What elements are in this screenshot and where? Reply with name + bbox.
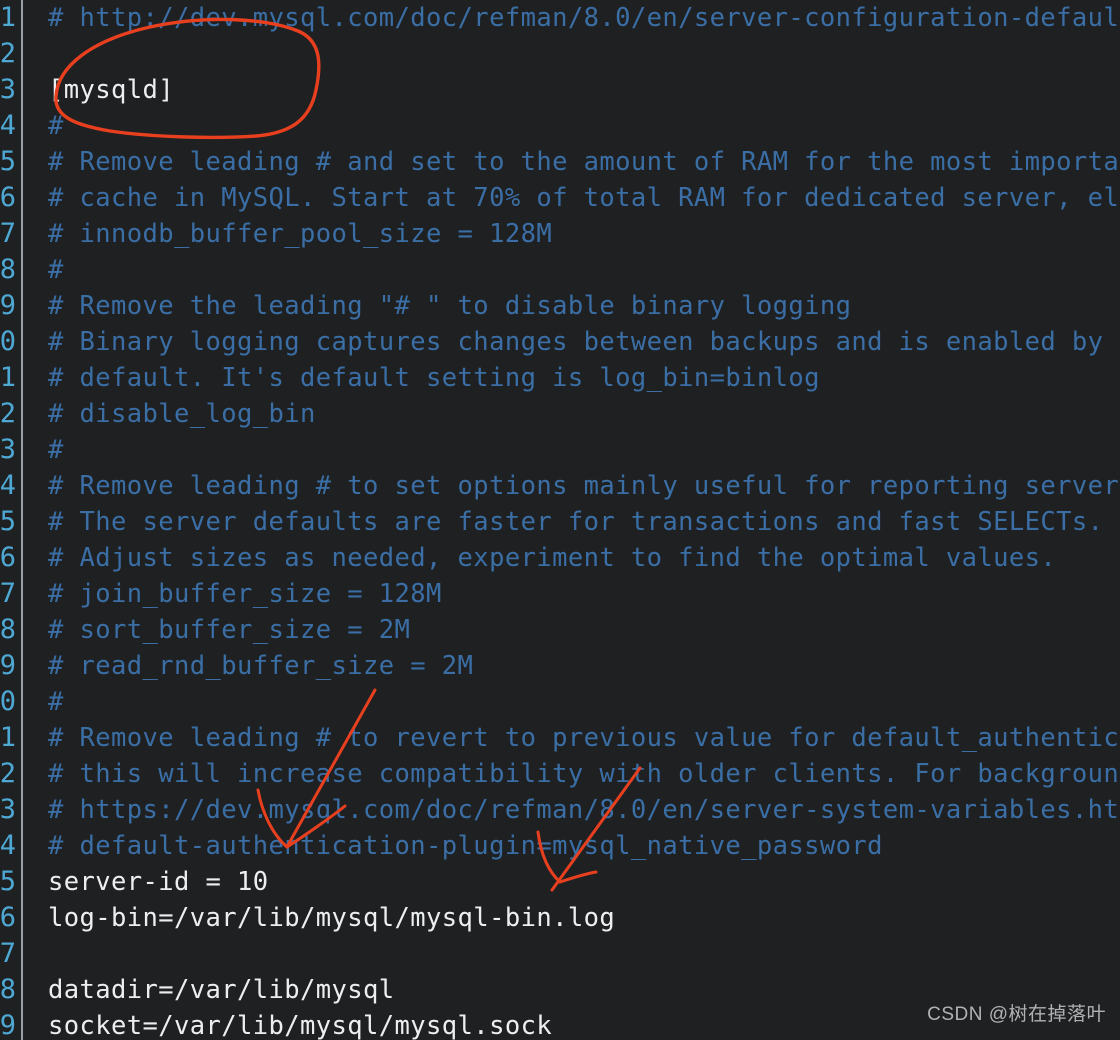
code-line[interactable]: socket=/var/lib/mysql/mysql.sock <box>48 1008 552 1040</box>
line-number: 25 <box>0 146 16 177</box>
code-line[interactable]: # The server defaults are faster for tra… <box>48 504 1103 540</box>
code-line[interactable]: # join_buffer_size = 128M <box>48 576 442 612</box>
code-line[interactable]: server-id = 10 <box>48 864 269 900</box>
line-number: 42 <box>0 758 16 789</box>
line-number: 39 <box>0 650 16 681</box>
line-number: 43 <box>0 794 16 825</box>
line-number: 32 <box>0 398 16 429</box>
code-line[interactable]: # Remove leading # and set to the amount… <box>48 144 1120 180</box>
line-number: 45 <box>0 866 16 897</box>
line-number: 37 <box>0 578 16 609</box>
code-line[interactable]: log-bin=/var/lib/mysql/mysql-bin.log <box>48 900 615 936</box>
line-number: 29 <box>0 290 16 321</box>
code-line[interactable]: # disable_log_bin <box>48 396 316 432</box>
code-line[interactable]: # default. It's default setting is log_b… <box>48 360 820 396</box>
line-number: 41 <box>0 722 16 753</box>
line-number: 28 <box>0 254 16 285</box>
code-line[interactable]: # cache in MySQL. Start at 70% of total … <box>48 180 1120 216</box>
code-line[interactable]: # <box>48 108 64 144</box>
line-number: 26 <box>0 182 16 213</box>
code-line[interactable]: # default-authentication-plugin=mysql_na… <box>48 828 883 864</box>
line-number: 31 <box>0 362 16 393</box>
line-number-gutter: 21 22 23 24 25 26 27 28 29 30 31 32 33 34 35 36 37 38 39 40… <box>0 0 23 1040</box>
line-number: 34 <box>0 470 16 501</box>
csdn-watermark: CSDN @树在掉落叶 <box>927 1004 1106 1025</box>
code-line[interactable]: # Remove leading # to revert to previous… <box>48 720 1120 756</box>
code-line[interactable]: # Remove the leading "# " to disable bin… <box>48 288 851 324</box>
code-line[interactable]: # Remove leading # to set options mainly… <box>48 468 1120 504</box>
line-number: 27 <box>0 218 16 249</box>
code-line[interactable]: # read_rnd_buffer_size = 2M <box>48 648 473 684</box>
line-number: 36 <box>0 542 16 573</box>
code-line[interactable]: # sort_buffer_size = 2M <box>48 612 410 648</box>
code-line[interactable]: # https://dev.mysql.com/doc/refman/8.0/e… <box>48 792 1120 828</box>
code-line[interactable]: # Adjust sizes as needed, experiment to … <box>48 540 1056 576</box>
code-line[interactable]: # Binary logging captures changes betwee… <box>48 324 1103 360</box>
line-number: 33 <box>0 434 16 465</box>
code-line[interactable]: # http://dev.mysql.com/doc/refman/8.0/en… <box>48 0 1120 36</box>
line-number: 49 <box>0 1010 16 1040</box>
line-number: 22 <box>0 38 16 69</box>
line-number: 35 <box>0 506 16 537</box>
code-editor-screenshot: 21 22 23 24 25 26 27 28 29 30 31 32 33 34 35 36 37 38 39 40… <box>0 0 1120 1040</box>
line-number: 21 <box>0 2 16 33</box>
line-number: 47 <box>0 938 16 969</box>
code-line[interactable]: [mysqld] <box>48 72 174 108</box>
line-number: 23 <box>0 74 16 105</box>
line-number: 24 <box>0 110 16 141</box>
line-number: 40 <box>0 686 16 717</box>
code-line[interactable]: # innodb_buffer_pool_size = 128M <box>48 216 552 252</box>
line-number: 30 <box>0 326 16 357</box>
code-content-area[interactable]: # http://dev.mysql.com/doc/refman/8.0/en… <box>25 0 1120 1040</box>
code-line[interactable]: # <box>48 684 64 720</box>
code-line[interactable]: datadir=/var/lib/mysql <box>48 972 395 1008</box>
code-line[interactable]: # <box>48 252 64 288</box>
line-number: 44 <box>0 830 16 861</box>
line-number: 38 <box>0 614 16 645</box>
line-number: 46 <box>0 902 16 933</box>
line-number: 48 <box>0 974 16 1005</box>
code-line[interactable]: # <box>48 432 64 468</box>
code-line[interactable]: # this will increase compatibility with … <box>48 756 1120 792</box>
